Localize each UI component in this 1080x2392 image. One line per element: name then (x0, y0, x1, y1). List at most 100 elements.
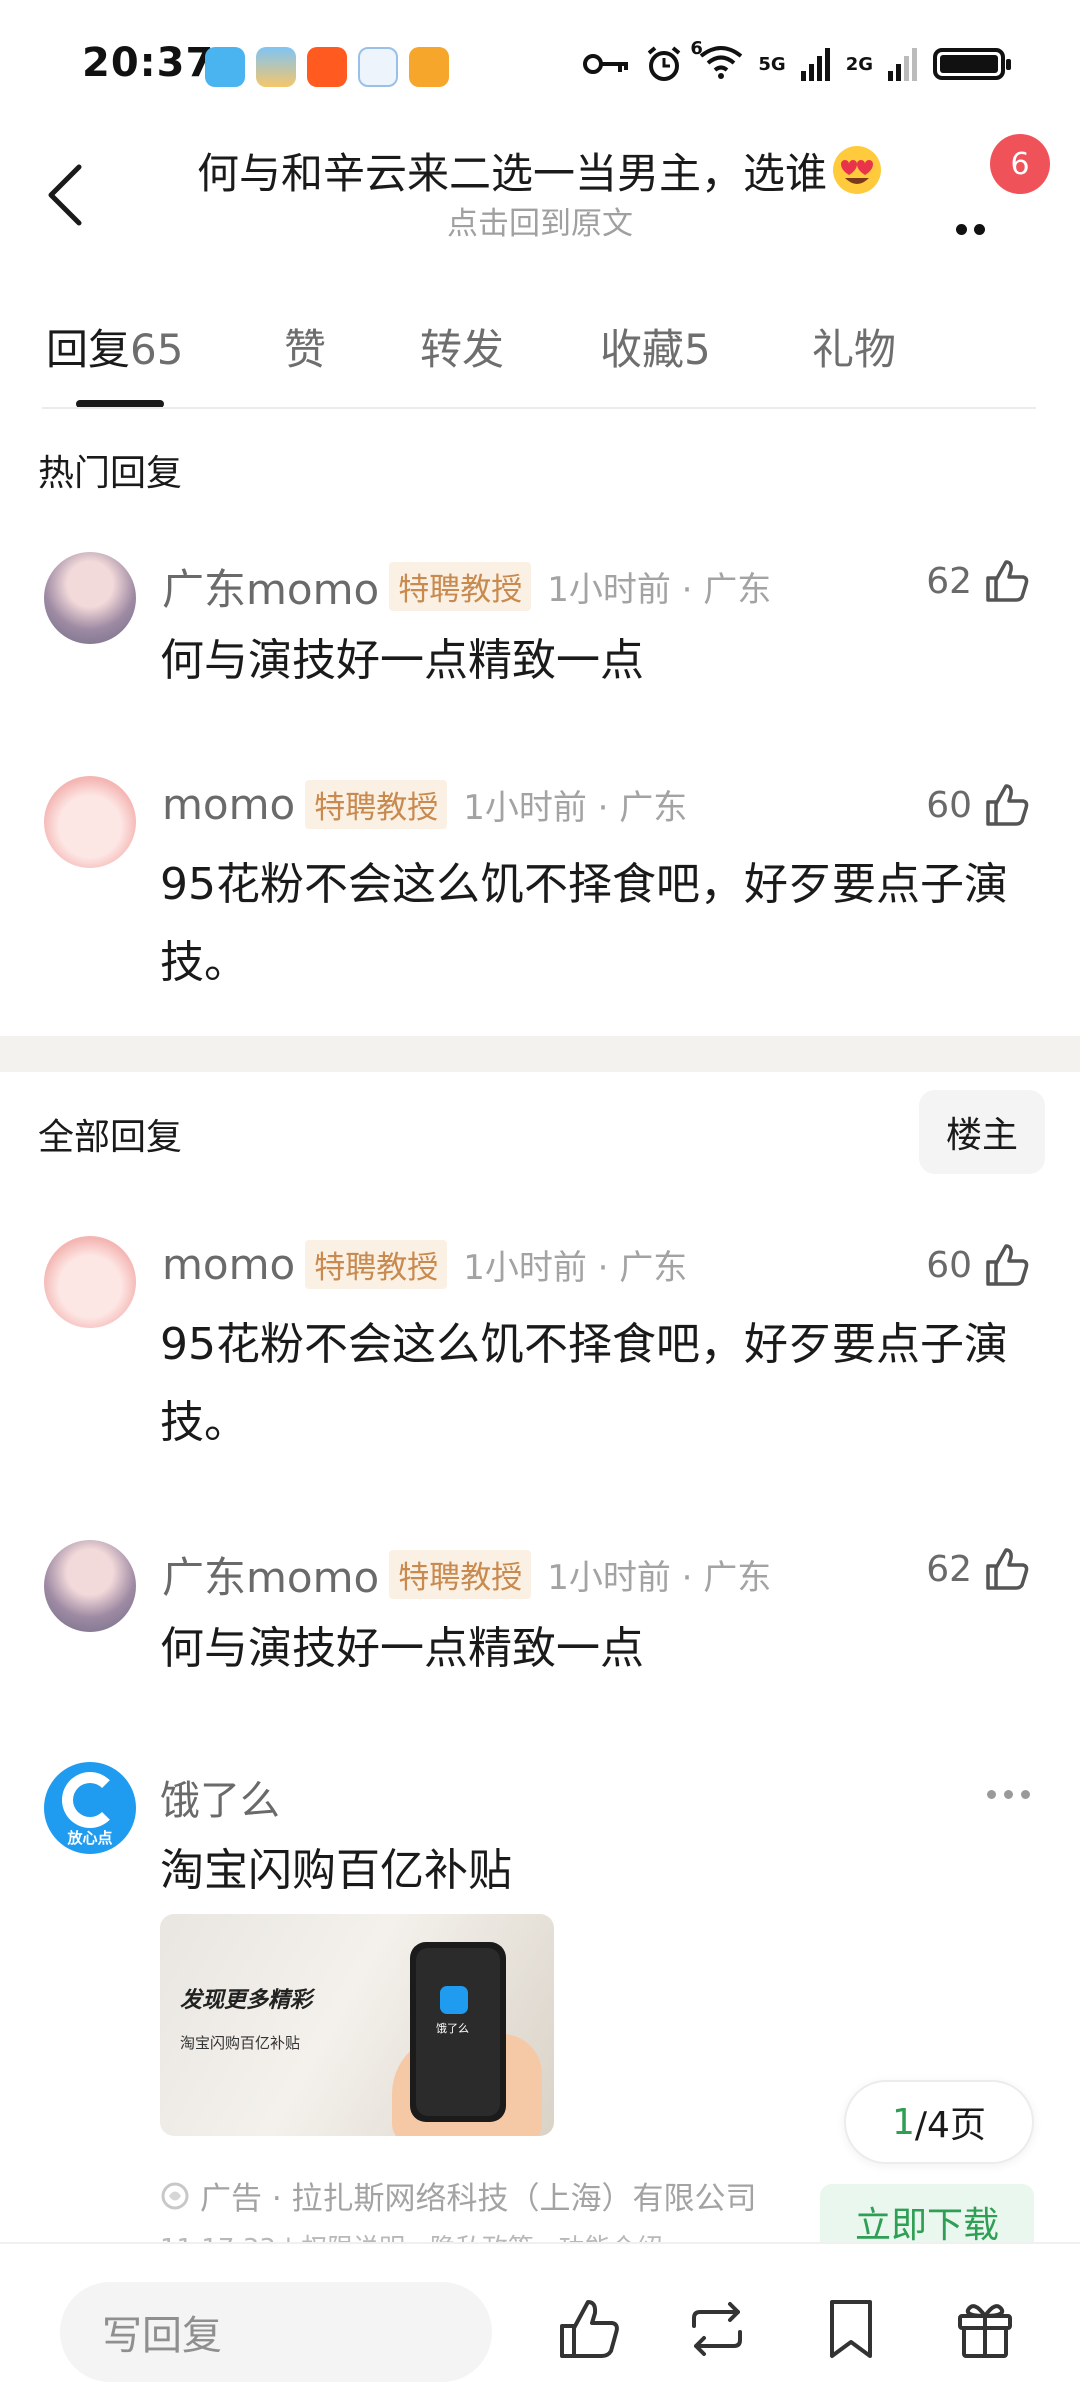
comment-meta: momo 特聘教授 1小时前 · 广东 (162, 780, 687, 829)
like-button[interactable]: 62 (926, 1546, 1030, 1592)
avatar[interactable] (44, 1540, 136, 1632)
tab-reposts-label: 转发 (420, 325, 505, 374)
gift-icon[interactable] (952, 2296, 1018, 2362)
comment-text: 何与演技好一点精致一点 (160, 635, 644, 686)
tab-gifts[interactable]: 礼物 (812, 316, 896, 377)
ad-image-subline: 淘宝闪购百亿补贴 (180, 2034, 301, 2052)
comment-meta: 广东momo 特聘教授 1小时前 · 广东 (162, 556, 771, 617)
thumbs-up-icon (986, 560, 1029, 602)
avatar[interactable] (44, 776, 136, 868)
all-replies-title: 全部回复 (38, 1117, 183, 1158)
comment-text: 95花粉不会这么饥不择食吧，好歹要点子演技。 (160, 859, 1008, 988)
notification-badge[interactable]: 6 (990, 134, 1050, 194)
vpn-key-icon (583, 54, 629, 74)
like-button[interactable]: 62 (926, 558, 1030, 604)
reply-input[interactable]: 写回复 (60, 2282, 492, 2382)
tab-replies-count: 65 (130, 325, 184, 374)
status-time: 20:37 (82, 40, 215, 86)
tab-gifts-label: 礼物 (812, 325, 897, 374)
like-count: 62 (926, 560, 972, 602)
header: 何与和辛云来二选一当男主，选谁 点击回到原文 (0, 130, 1080, 250)
post-title-text: 何与和辛云来二选一当男主，选谁 (196, 149, 827, 198)
comment-username[interactable]: momo (162, 1240, 295, 1289)
comment-username[interactable]: 广东momo (162, 556, 379, 617)
comment-text: 何与演技好一点精致一点 (160, 1623, 644, 1674)
tab-replies-label: 回复 (46, 325, 131, 374)
section-separator (0, 1036, 1080, 1072)
kuaishou-app-icon (307, 47, 347, 87)
status-app-icons (205, 47, 449, 87)
owner-only-filter-button[interactable]: 楼主 (919, 1090, 1045, 1174)
comment-time-location: 1小时前 · 广东 (463, 788, 688, 828)
user-tag-badge: 特聘教授 (389, 1550, 532, 1599)
tab-likes[interactable]: 赞 (284, 316, 326, 377)
more-dot (1004, 1790, 1013, 1799)
wifi-label: 6 (690, 38, 703, 59)
battery-icon (933, 48, 1011, 80)
page-indicator[interactable]: 1/4页 (844, 2080, 1034, 2164)
thumbs-up-icon (986, 784, 1029, 826)
alarm-icon (648, 46, 681, 81)
comment-username[interactable]: 广东momo (162, 1544, 379, 1605)
wifi-icon (700, 46, 743, 79)
ad-logo-subtext: 放心点 (67, 1829, 113, 1847)
ad-source-line: 广告 · 拉扎斯网络科技（上海）有限公司 (160, 2173, 757, 2218)
network-2g-label: 2G (845, 53, 873, 75)
like-count: 60 (926, 784, 972, 826)
tab-favorites[interactable]: 收藏5 (600, 316, 711, 377)
ad-image[interactable]: 发现更多精彩 淘宝闪购百亿补贴 饿了么 (160, 1914, 554, 2136)
comment-username[interactable]: momo (162, 780, 295, 829)
more-dot (1021, 1790, 1030, 1799)
status-indicators: 6 5G 2G (582, 38, 1011, 84)
thumbs-up-icon (986, 1244, 1029, 1286)
tabs-divider (42, 407, 1036, 409)
thumbs-up-icon (986, 1548, 1029, 1590)
more-dot (987, 1790, 996, 1799)
like-count: 60 (926, 1244, 972, 1286)
repost-icon[interactable] (684, 2296, 750, 2362)
comment-time-location: 1小时前 · 广东 (463, 1248, 688, 1288)
bottom-action-bar: 写回复 (0, 2242, 1080, 2392)
user-tag-badge: 特聘教授 (305, 780, 448, 829)
bookmark-icon[interactable] (818, 2296, 884, 2362)
ad-more-options-button[interactable] (987, 1790, 1030, 1799)
ad-source-icon (161, 2182, 189, 2209)
comment-meta: 广东momo 特聘教授 1小时前 · 广东 (162, 1544, 771, 1605)
tab-replies[interactable]: 回复65 (46, 316, 183, 377)
app-icon (440, 1986, 468, 2014)
back-to-original-link[interactable]: 点击回到原文 (0, 198, 1080, 243)
avatar[interactable] (44, 1236, 136, 1328)
user-tag-badge: 特聘教授 (305, 1240, 448, 1289)
weather-app-icon (256, 47, 296, 87)
like-icon[interactable] (556, 2296, 622, 2362)
tab-reposts[interactable]: 转发 (420, 316, 504, 377)
ad-brand-name[interactable]: 饿了么 (160, 1768, 280, 1826)
tab-favorites-label: 收藏 (600, 325, 685, 374)
like-button[interactable]: 60 (926, 782, 1030, 828)
signal-icon (800, 48, 830, 81)
comment-text: 95花粉不会这么饥不择食吧，好歹要点子演技。 (160, 1319, 1008, 1448)
more-dot (956, 224, 967, 235)
more-dot (974, 224, 985, 235)
like-button[interactable]: 60 (926, 1242, 1030, 1288)
reader-app-icon (205, 47, 245, 87)
hot-replies-title: 热门回复 (38, 453, 183, 494)
tab-bar: 回复65 赞 转发 收藏5 礼物 (0, 300, 1080, 410)
ad-brand-logo[interactable]: 放心点 (44, 1762, 136, 1854)
ad-text[interactable]: 淘宝闪购百亿补贴 (160, 1834, 512, 1898)
like-count: 62 (926, 1548, 972, 1590)
page-current: 1 (892, 2101, 915, 2143)
user-tag-badge: 特聘教授 (389, 562, 532, 611)
page-total: /4页 (914, 2105, 986, 2146)
game-app-icon (409, 47, 449, 87)
eleme-logo-icon (62, 1772, 118, 1828)
signal-icon-2 (888, 48, 917, 81)
post-title[interactable]: 何与和辛云来二选一当男主，选谁 (0, 140, 1080, 201)
avatar[interactable] (44, 552, 136, 644)
phone-app-name: 饿了么 (436, 2022, 469, 2035)
heart-eyes-emoji (833, 146, 881, 194)
network-5g-label: 5G (758, 53, 786, 75)
ad-image-headline: 发现更多精彩 (180, 1988, 313, 2013)
camera-app-icon (358, 47, 398, 87)
ad-source-text: 广告 · 拉扎斯网络科技（上海）有限公司 (200, 2181, 757, 2217)
